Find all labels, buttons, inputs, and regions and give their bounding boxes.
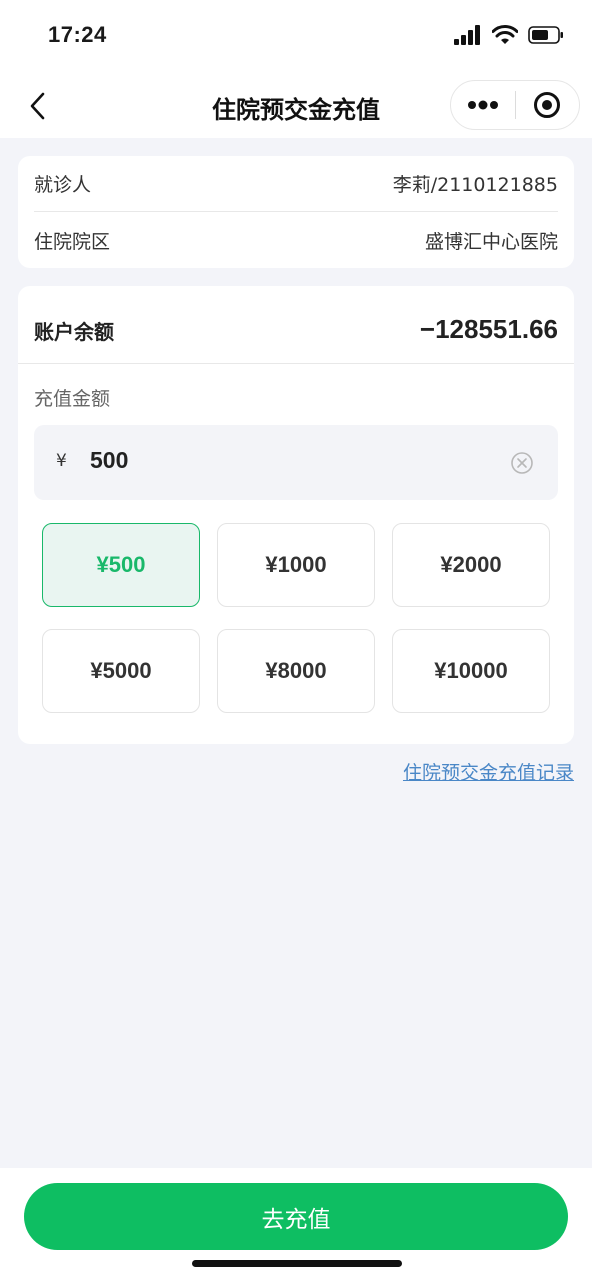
campus-value: 盛博汇中心医院 xyxy=(424,230,558,253)
wifi-icon xyxy=(492,25,518,44)
status-time: 17:24 xyxy=(48,22,107,47)
nav-bar: 住院预交金充值 xyxy=(0,76,592,136)
patient-info-card: 就诊人 李莉/2110121885 住院院区 盛博汇中心医院 xyxy=(18,156,574,268)
preset-amount-500[interactable]: ¥500 xyxy=(42,523,200,607)
status-icons xyxy=(454,25,564,45)
balance-row: 账户余额 −128551.66 xyxy=(18,286,574,364)
more-dots-icon xyxy=(467,100,498,110)
preset-amount-2000[interactable]: ¥2000 xyxy=(392,523,550,607)
balance-label: 账户余额 xyxy=(34,320,114,344)
amount-value[interactable]: 500 xyxy=(90,447,128,474)
home-indicator xyxy=(192,1260,402,1267)
clear-icon[interactable] xyxy=(510,451,534,475)
target-circle-icon xyxy=(534,92,561,118)
top-bar: 17:24 住院预交金充值 xyxy=(0,0,592,138)
balance-value: −128551.66 xyxy=(419,314,558,344)
preset-amount-1000[interactable]: ¥1000 xyxy=(217,523,375,607)
recharge-record-link[interactable]: 住院预交金充值记录 xyxy=(403,758,574,785)
patient-label: 就诊人 xyxy=(34,174,92,196)
amount-label: 充值金额 xyxy=(34,388,111,410)
campus-row: 住院院区 盛博汇中心医院 xyxy=(34,212,558,268)
close-mini-program-button[interactable] xyxy=(516,80,580,130)
preset-amount-10000[interactable]: ¥10000 xyxy=(392,629,550,713)
status-bar: 17:24 xyxy=(0,0,592,76)
preset-amount-5000[interactable]: ¥5000 xyxy=(42,629,200,713)
preset-amount-8000[interactable]: ¥8000 xyxy=(217,629,375,713)
currency-sign: ¥ xyxy=(56,451,67,471)
amount-input[interactable]: ¥ 500 xyxy=(34,425,558,500)
more-button[interactable] xyxy=(451,80,515,130)
patient-row: 就诊人 李莉/2110121885 xyxy=(34,156,558,212)
signal-icon xyxy=(454,25,480,45)
recharge-button[interactable]: 去充值 xyxy=(24,1183,568,1250)
patient-value: 李莉/2110121885 xyxy=(392,174,558,196)
battery-icon xyxy=(528,26,563,44)
bottom-bar: 去充值 xyxy=(0,1168,592,1280)
mini-program-capsule xyxy=(450,80,580,130)
campus-label: 住院院区 xyxy=(34,230,111,253)
recharge-card: 账户余额 −128551.66 充值金额 ¥ 500 ¥500 ¥1000 ¥2… xyxy=(18,286,574,744)
